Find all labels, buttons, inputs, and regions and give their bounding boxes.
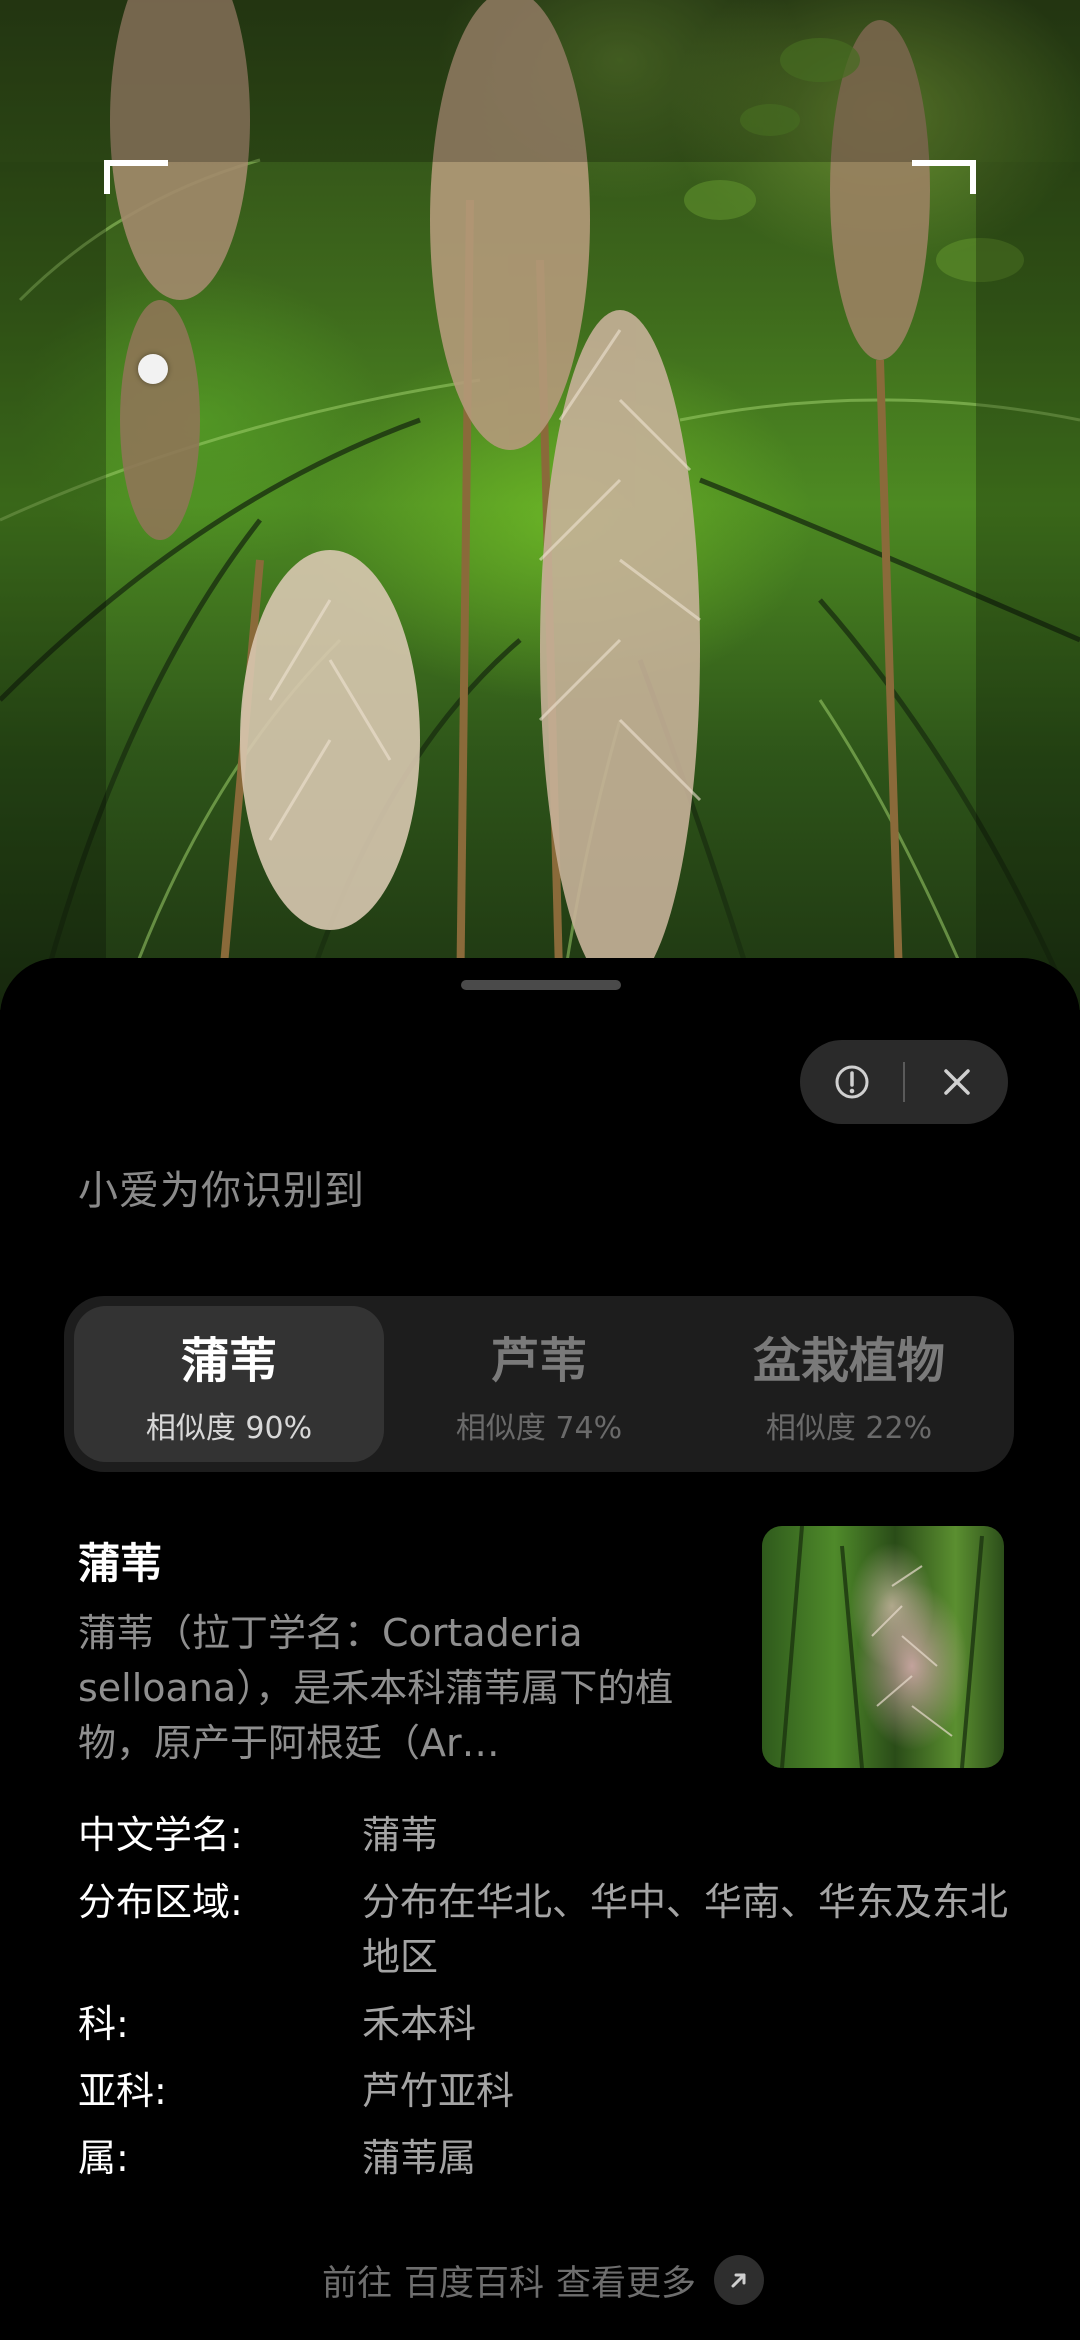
info-label: 分布区域: — [78, 1880, 243, 1924]
more-source: 百度百科 — [403, 2263, 544, 2304]
info-list: 中文学名: 蒲苇 分布区域: 分布在华北、华中、华南、华东及东北地区 科: 禾本… — [78, 1808, 1008, 2198]
info-row: 亚科: 芦竹亚科 — [78, 2064, 1008, 2119]
info-row: 属: 蒲苇属 — [78, 2131, 1008, 2186]
info-label: 中文学名: — [78, 1813, 243, 1857]
close-icon — [943, 1069, 970, 1095]
more-prefix: 前往 — [321, 2263, 392, 2304]
tab-candidate-similarity: 相似度 74% — [455, 1411, 623, 1446]
candidate-tabs: 蒲苇 相似度 90% 芦苇 相似度 74% 盆栽植物 相似度 22% — [64, 1296, 1014, 1472]
tab-candidate-2[interactable]: 芦苇 相似度 74% — [384, 1306, 694, 1462]
feedback-button[interactable] — [800, 1040, 903, 1124]
tab-candidate-name: 芦苇 — [490, 1333, 587, 1389]
screen: 小爱为你识别到 蒲苇 相似度 90% 芦苇 相似度 74% 盆栽植物 相似度 2… — [0, 0, 1080, 2340]
scan-frame-corner — [104, 160, 168, 194]
view-more-link[interactable]: 前往 百度百科 查看更多 — [0, 2250, 1080, 2310]
tab-candidate-3[interactable]: 盆栽植物 相似度 22% — [694, 1306, 1004, 1462]
tab-candidate-1[interactable]: 蒲苇 相似度 90% — [74, 1306, 384, 1462]
info-label: 科: — [78, 2002, 129, 2046]
info-row: 分布区域: 分布在华北、华中、华南、华东及东北地区 — [78, 1875, 1008, 1985]
tab-candidate-similarity: 相似度 22% — [765, 1411, 933, 1446]
plant-thumbnail[interactable] — [762, 1526, 1004, 1768]
more-suffix: 查看更多 — [556, 2263, 697, 2304]
overlay-shade — [0, 162, 106, 1012]
info-value: 禾本科 — [362, 2002, 477, 2046]
arrow-up-right-icon — [714, 2255, 765, 2305]
overlay-shade — [976, 162, 1080, 1012]
info-value: 蒲苇 — [362, 1813, 439, 1857]
info-value: 芦竹亚科 — [362, 2069, 515, 2113]
scan-frame-corner — [912, 160, 976, 194]
info-label: 亚科: — [78, 2069, 167, 2113]
info-value: 蒲苇属 — [362, 2136, 477, 2180]
recognition-subtitle: 小爱为你识别到 — [78, 1168, 365, 1214]
overlay-shade — [0, 0, 1080, 162]
focus-point[interactable] — [138, 354, 168, 384]
tab-candidate-similarity: 相似度 90% — [145, 1411, 313, 1446]
drag-handle[interactable] — [461, 980, 621, 990]
result-sheet: 小爱为你识别到 蒲苇 相似度 90% 芦苇 相似度 74% 盆栽植物 相似度 2… — [0, 958, 1080, 2340]
info-label: 属: — [78, 2136, 129, 2180]
alert-circle-icon — [835, 1065, 868, 1099]
result-title: 蒲苇 — [78, 1539, 163, 1588]
action-pill — [800, 1040, 1008, 1124]
plant-thumbnail-image — [780, 1526, 984, 1768]
tab-candidate-name: 蒲苇 — [180, 1333, 277, 1389]
result-description[interactable]: 蒲苇（拉丁学名：Cortaderia selloana），是禾本科蒲苇属下的植物… — [78, 1606, 718, 1771]
close-button[interactable] — [905, 1040, 1008, 1124]
tab-candidate-name: 盆栽植物 — [752, 1333, 945, 1389]
info-row: 中文学名: 蒲苇 — [78, 1808, 1008, 1863]
info-value: 分布在华北、华中、华南、华东及东北地区 — [362, 1880, 1009, 1979]
info-row: 科: 禾本科 — [78, 1997, 1008, 2052]
